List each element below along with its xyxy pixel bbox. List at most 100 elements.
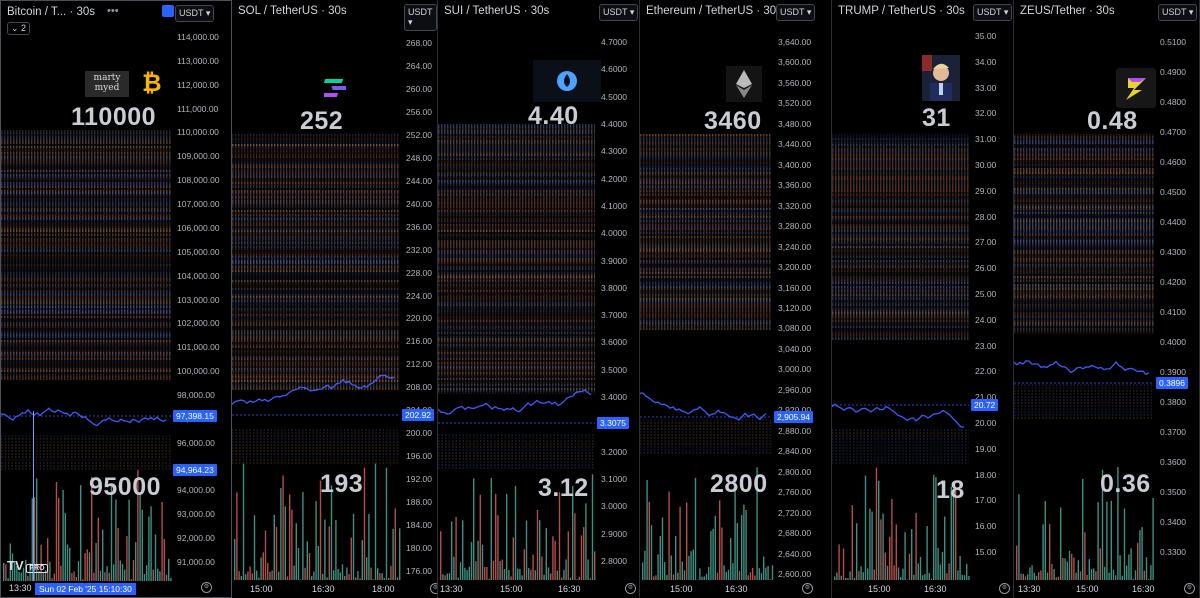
- volume-bar: [468, 566, 470, 580]
- volume-bar: [1137, 542, 1139, 580]
- volume-bar: [86, 549, 88, 581]
- chart-pane[interactable]: SOL / TetherUS · 30s USDT ▾ 268.00 264.00 26…: [232, 0, 438, 598]
- currency-select[interactable]: USDT ▾: [404, 4, 437, 31]
- volume-bar: [104, 572, 106, 581]
- volume-bar: [1027, 574, 1029, 580]
- symbol-title[interactable]: TRUMP / TetherUS · 30s: [838, 5, 965, 17]
- volume-bar: [911, 529, 913, 580]
- volume-bar: [444, 575, 446, 580]
- chart-pane[interactable]: SUI / TetherUS · 30s USDT ▾ 4.7000 4.6000 4.…: [438, 0, 640, 598]
- last-price-tag: 0.3896: [1156, 377, 1188, 389]
- volume-bar: [154, 534, 157, 581]
- volume-bar: [374, 463, 377, 580]
- volume-bar: [159, 571, 161, 581]
- currency-select[interactable]: USDT ▾: [1158, 4, 1198, 21]
- chart-pane[interactable]: ZEUS/Tether · 30s USDT ▾ 0.5100 0.4900 0.480…: [1014, 0, 1200, 598]
- volume-bar: [97, 517, 99, 581]
- volume-bar: [383, 578, 385, 580]
- volume-bar: [335, 519, 337, 580]
- volume-bar: [499, 561, 501, 580]
- volume-bar: [873, 569, 875, 580]
- price-tick: 2,680.00: [778, 528, 812, 538]
- price-tick: 27.00: [975, 237, 997, 247]
- volume-bar: [880, 519, 882, 580]
- currency-select[interactable]: USDT ▾: [973, 4, 1013, 21]
- settings-gear-icon[interactable]: ⚙: [625, 583, 636, 594]
- volume-bar: [293, 565, 295, 580]
- volume-bar: [69, 547, 71, 581]
- volume-bar: [677, 572, 679, 580]
- volume-bar: [470, 542, 473, 580]
- volume-bar: [747, 575, 749, 580]
- layout-count-badge[interactable]: ⌄ 2: [7, 22, 31, 35]
- settings-gear-icon[interactable]: ⚙: [1184, 583, 1195, 594]
- volume-bar: [51, 578, 53, 581]
- volume-bar: [377, 568, 379, 580]
- price-tick: 3,040.00: [778, 344, 812, 354]
- price-tick: 114,000.00: [177, 32, 219, 42]
- volume-bar: [1029, 567, 1031, 580]
- volume-bar: [473, 478, 475, 580]
- volume-bar: [530, 569, 532, 580]
- chart-mode-icon[interactable]: [162, 5, 174, 17]
- settings-gear-icon[interactable]: ⚙: [802, 583, 813, 594]
- volume-bar: [536, 510, 539, 580]
- volume-bar: [457, 577, 459, 580]
- volume-bar: [514, 485, 517, 580]
- volume-bar: [466, 570, 468, 580]
- volume-bar: [75, 576, 77, 581]
- volume-bar: [119, 560, 121, 581]
- volume-bar: [926, 526, 928, 580]
- lower-level-label: 3.12: [538, 474, 589, 502]
- chart-pane[interactable]: TRUMP / TetherUS · 30s USDT ▾ 35.00 34.00 33…: [832, 0, 1014, 598]
- settings-gear-icon[interactable]: ⚙: [999, 583, 1010, 594]
- symbol-title[interactable]: SOL / TetherUS · 30s: [238, 5, 347, 17]
- volume-bar: [440, 531, 442, 580]
- volume-bar: [1064, 558, 1066, 580]
- menu-icon[interactable]: •••: [107, 5, 119, 17]
- chart-pane[interactable]: Ethereum / TetherUS · 30s USDT ▾ 3,640.00 3…: [640, 0, 832, 598]
- volume-bar: [385, 467, 388, 580]
- symbol-title[interactable]: SUI / TetherUS · 30s: [444, 5, 549, 17]
- volume-bar: [388, 578, 390, 580]
- volume-bar: [297, 548, 300, 580]
- volume-bar: [583, 527, 585, 580]
- volume-bar: [512, 537, 514, 580]
- volume-bar: [664, 562, 666, 580]
- volume-bar: [49, 561, 51, 581]
- volume-bar: [163, 538, 165, 581]
- volume-bar: [668, 491, 670, 580]
- volume-bar: [769, 579, 771, 580]
- price-tick: 4.5000: [601, 92, 627, 102]
- price-tick: 3,600.00: [778, 57, 812, 67]
- currency-select[interactable]: USDT ▾: [599, 4, 639, 21]
- volume-bar: [247, 571, 249, 580]
- volume-bar: [1016, 545, 1018, 580]
- symbol-title[interactable]: ZEUS/Tether · 30s: [1020, 5, 1115, 17]
- chart-pane[interactable]: Bitcoin / T... · 30s USDT ▾ ••• ⌄ 2 114,000.…: [0, 0, 232, 598]
- volume-bar: [655, 575, 657, 580]
- price-tick: 100,000.00: [177, 366, 220, 376]
- volume-bar: [484, 566, 486, 580]
- volume-bar: [1060, 507, 1062, 580]
- price-tick: 29.00: [975, 186, 997, 196]
- volume-bar: [904, 532, 906, 580]
- volume-bar: [291, 509, 293, 580]
- volume-bar: [20, 572, 22, 581]
- volume-bar: [322, 573, 324, 580]
- volume-bar: [117, 528, 119, 581]
- symbol-title[interactable]: Ethereum / TetherUS · 30s: [646, 5, 782, 17]
- currency-select[interactable]: USDT ▾: [175, 5, 215, 22]
- volume-bar: [442, 574, 444, 580]
- price-tick: 3.2000: [601, 447, 627, 457]
- price-tick: 3,160.00: [778, 283, 812, 293]
- volume-bar: [366, 557, 368, 580]
- settings-gear-icon[interactable]: ⚙: [201, 582, 212, 593]
- price-tick: 3.7000: [601, 310, 627, 320]
- volume-bar: [915, 512, 917, 580]
- symbol-title[interactable]: Bitcoin / T... · 30s: [7, 6, 95, 18]
- settings-gear-icon[interactable]: ⚙: [430, 583, 437, 594]
- currency-select[interactable]: USDT ▾: [776, 4, 816, 21]
- volume-bar: [900, 576, 902, 580]
- chart-canvas[interactable]: [1014, 0, 1200, 598]
